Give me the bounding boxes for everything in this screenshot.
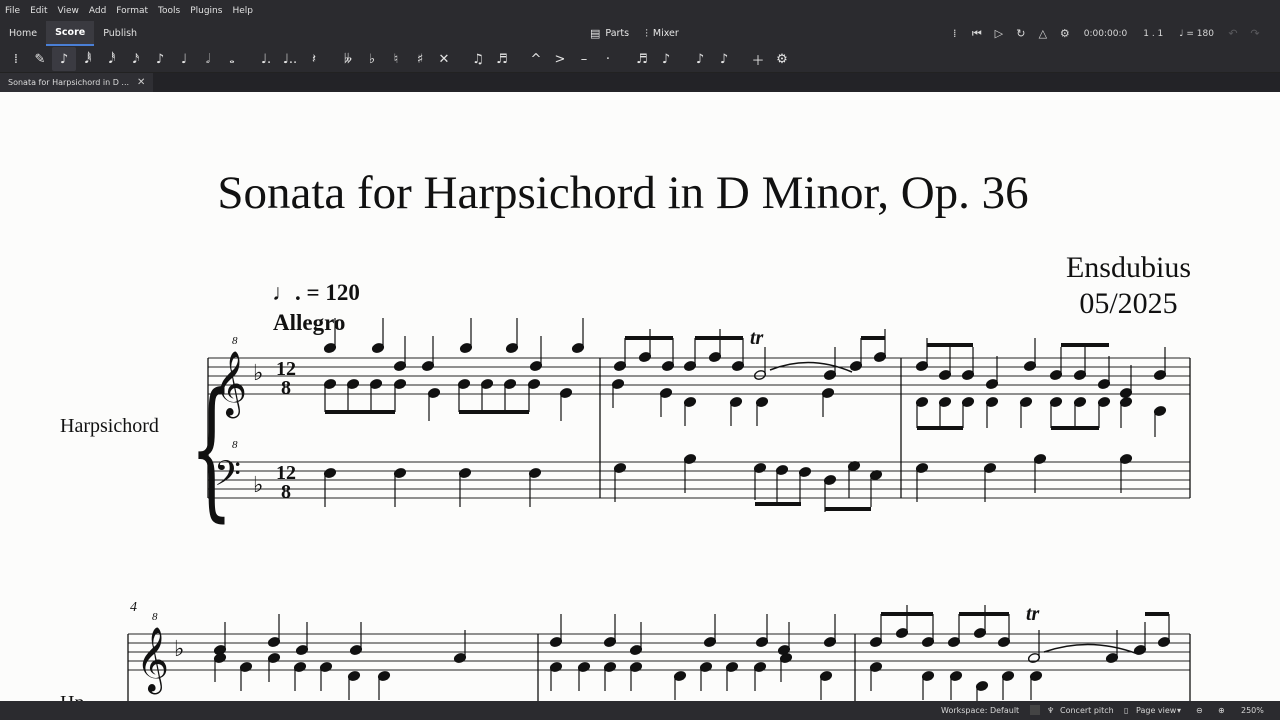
double-flat-icon[interactable]: 𝄫: [336, 47, 360, 71]
undo-icon[interactable]: ↶: [1222, 27, 1244, 40]
concert-pitch-toggle[interactable]: [1030, 705, 1040, 715]
double-sharp-icon[interactable]: ✕: [432, 47, 456, 71]
view-mode-select[interactable]: Page view: [1136, 706, 1176, 715]
thirtysecond-note-icon[interactable]: 𝅘𝅥𝅰: [100, 47, 124, 71]
score-notation[interactable]: {𝄞𝄢88♭♭128128tr𝄞8♭tr: [0, 92, 1280, 701]
natural-icon[interactable]: ♮: [384, 47, 408, 71]
chevron-down-icon: ▾: [1177, 706, 1182, 715]
pen-icon[interactable]: ✎: [28, 47, 52, 71]
zoom-in-icon[interactable]: ⊕: [1218, 706, 1225, 715]
flip-direction-icon[interactable]: ♪: [654, 47, 678, 71]
play-icon[interactable]: ▷: [988, 27, 1010, 40]
metronome-icon[interactable]: △: [1032, 27, 1054, 40]
page-view-icon: ▯: [1124, 706, 1129, 715]
marcato-icon[interactable]: ^: [524, 47, 548, 71]
tab-publish[interactable]: Publish: [94, 21, 146, 46]
tie-icon[interactable]: ♫: [466, 47, 490, 71]
redo-icon[interactable]: ↷: [1244, 27, 1266, 40]
treble-clef: 𝄞: [214, 351, 247, 418]
parts-icon: ▤: [590, 27, 601, 40]
menu-format[interactable]: Format: [116, 6, 148, 16]
rewind-icon[interactable]: ⏮: [966, 27, 988, 41]
menu-help[interactable]: Help: [232, 6, 253, 16]
whole-note-icon[interactable]: 𝅝: [220, 47, 244, 71]
quarter-note-icon[interactable]: ♩: [172, 47, 196, 71]
loop-icon[interactable]: ↻: [1010, 27, 1032, 40]
sharp-icon[interactable]: ♯: [408, 47, 432, 71]
treble-time-signature-bottom: 8: [281, 377, 291, 399]
slur-icon[interactable]: ♬: [490, 47, 514, 71]
close-icon[interactable]: ✕: [137, 77, 145, 88]
tab-home[interactable]: Home: [0, 21, 46, 46]
toolbar-settings-icon[interactable]: ⚙: [770, 47, 794, 71]
drag-handle-icon[interactable]: ⁞: [944, 27, 966, 40]
settings-icon[interactable]: ⚙: [1054, 27, 1076, 40]
key-signature-flat: ♭: [174, 637, 184, 662]
double-dot-icon[interactable]: ♩..: [278, 47, 302, 71]
mixer-button[interactable]: ⫶ Mixer: [645, 27, 679, 41]
playback-position: 1 . 1: [1143, 28, 1164, 39]
menu-edit[interactable]: Edit: [30, 6, 47, 16]
document-tabs: Sonata for Harpsichord in D ... ✕: [0, 73, 1280, 92]
status-bar: Workspace: Default ♆ Concert pitch ▯ Pag…: [0, 701, 1280, 720]
drag-handle-icon[interactable]: ⁞: [4, 47, 28, 71]
menu-tools[interactable]: Tools: [158, 6, 180, 16]
mixer-icon: ⫶: [645, 26, 648, 40]
menu-plugins[interactable]: Plugins: [190, 6, 222, 16]
score-canvas[interactable]: Sonata for Harpsichord in D Minor, Op. 3…: [0, 92, 1280, 701]
half-note-icon[interactable]: 𝅗𝅥: [196, 47, 220, 71]
voice-2-icon[interactable]: ♪: [712, 47, 736, 71]
menu-bar: File Edit View Add Format Tools Plugins …: [0, 0, 1280, 21]
sixteenth-note-icon[interactable]: 𝅘𝅥𝅯: [124, 47, 148, 71]
trill-mark: tr: [1026, 603, 1040, 625]
voice-1-icon[interactable]: ♪: [688, 47, 712, 71]
top-bar: Home Score Publish ▤ Parts ⫶ Mixer ⁞ ⏮ ▷ ↻…: [0, 21, 1280, 46]
ottava-mark: 8: [232, 335, 238, 347]
rest-icon[interactable]: 𝄽: [302, 47, 326, 71]
ottava-mark: 8: [152, 611, 158, 623]
tab-score[interactable]: Score: [46, 21, 95, 46]
treble-clef: 𝄞: [136, 627, 169, 694]
dot-icon[interactable]: ♩.: [254, 47, 278, 71]
tuplet-icon[interactable]: ♬: [630, 47, 654, 71]
eighth-note-icon[interactable]: ♪: [148, 47, 172, 71]
accent-icon[interactable]: >: [548, 47, 572, 71]
parts-button[interactable]: ▤ Parts: [590, 27, 629, 40]
zoom-level[interactable]: 250%: [1241, 706, 1264, 715]
menu-view[interactable]: View: [58, 6, 79, 16]
concert-pitch-icon: ♆: [1047, 706, 1055, 715]
sixtyfourth-note-icon[interactable]: 𝅘𝅥𝅱: [76, 47, 100, 71]
tenuto-icon[interactable]: –: [572, 47, 596, 71]
add-icon[interactable]: ＋: [746, 47, 770, 71]
key-signature-flat: ♭: [253, 361, 263, 386]
ottava-mark: 8: [232, 439, 238, 451]
staccato-icon[interactable]: ·: [596, 47, 620, 71]
trill-mark: tr: [750, 327, 764, 349]
key-signature-flat: ♭: [253, 473, 263, 498]
bass-time-signature-bottom: 8: [281, 481, 291, 503]
workspace-label[interactable]: Workspace: Default: [941, 706, 1019, 715]
zoom-out-icon[interactable]: ⊖: [1196, 706, 1203, 715]
note-input-icon[interactable]: ♪: [52, 47, 76, 71]
concert-pitch-label: Concert pitch: [1060, 706, 1114, 715]
menu-add[interactable]: Add: [89, 6, 106, 16]
document-tab[interactable]: Sonata for Harpsichord in D ... ✕: [0, 73, 154, 92]
flat-icon[interactable]: ♭: [360, 47, 384, 71]
bass-clef: 𝄢: [214, 453, 241, 502]
note-input-toolbar: ⁞ ✎ ♪ 𝅘𝅥𝅱 𝅘𝅥𝅰 𝅘𝅥𝅯 ♪ ♩ 𝅗𝅥 𝅝 ♩. ♩.. 𝄽 𝄫 ♭ …: [0, 46, 1280, 73]
menu-file[interactable]: File: [5, 6, 20, 16]
playback-time: 0:00:00:0: [1083, 28, 1128, 39]
playback-tempo: ♩ = 180: [1179, 28, 1214, 39]
tie-arc: [1043, 643, 1139, 655]
